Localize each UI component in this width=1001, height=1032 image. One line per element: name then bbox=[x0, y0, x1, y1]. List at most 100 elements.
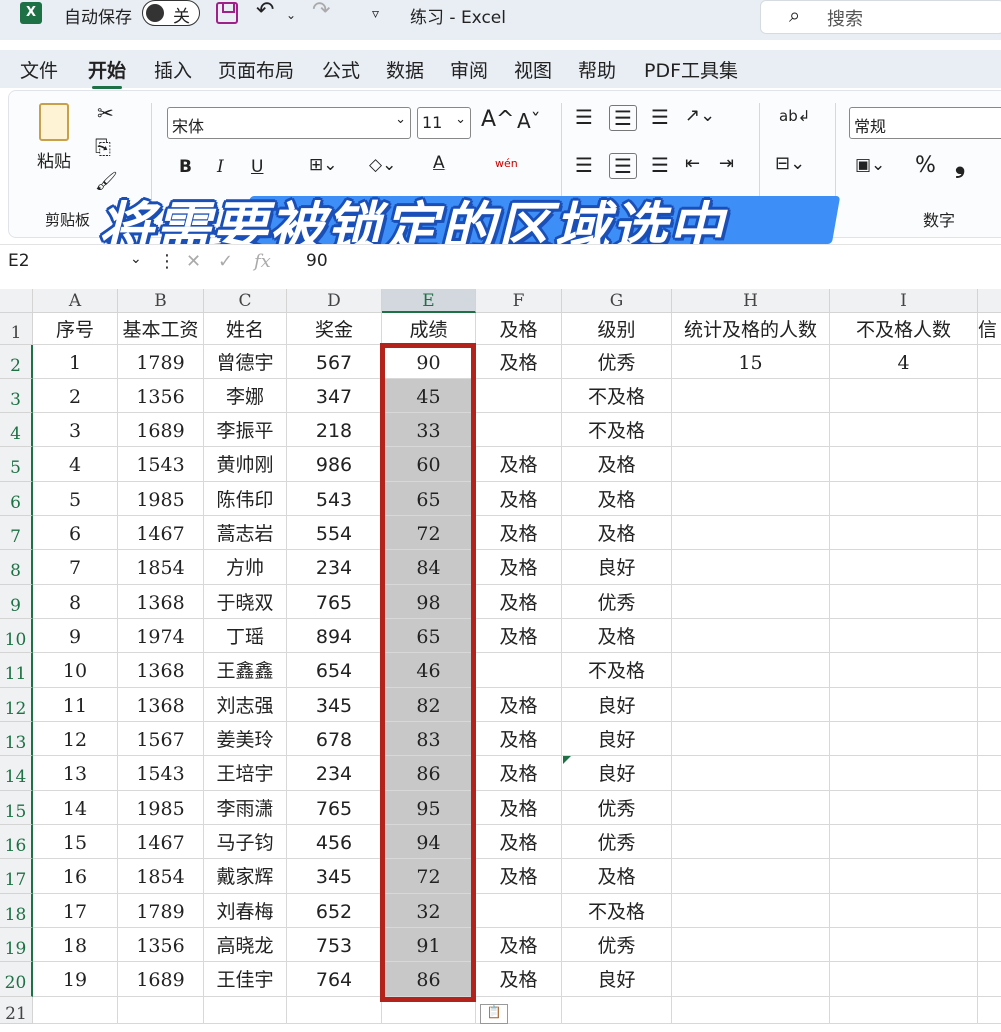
table-cell[interactable]: 1854 bbox=[118, 859, 204, 894]
table-cell[interactable]: 11 bbox=[33, 688, 118, 722]
table-cell[interactable]: 优秀 bbox=[562, 791, 672, 825]
table-cell[interactable]: 曾德宇 bbox=[204, 345, 287, 379]
row-header-21[interactable]: 21 bbox=[0, 997, 33, 1024]
row-header-16[interactable]: 16 bbox=[0, 825, 33, 859]
column-header-partial[interactable] bbox=[978, 289, 1001, 313]
table-cell[interactable]: 丁瑶 bbox=[204, 619, 287, 653]
table-cell[interactable]: 986 bbox=[287, 447, 382, 482]
table-cell[interactable]: 4 bbox=[33, 447, 118, 482]
bold-button[interactable]: B bbox=[179, 157, 192, 177]
table-cell[interactable]: 王佳宇 bbox=[204, 962, 287, 997]
column-header-e[interactable]: E bbox=[382, 289, 476, 313]
align-center-icon[interactable]: ☰ bbox=[609, 153, 637, 179]
table-cell[interactable] bbox=[830, 859, 978, 894]
table-cell[interactable] bbox=[978, 447, 1001, 482]
table-cell[interactable]: 优秀 bbox=[562, 345, 672, 379]
table-cell[interactable]: 优秀 bbox=[562, 585, 672, 619]
table-cell[interactable]: 5 bbox=[33, 482, 118, 516]
table-cell[interactable]: 良好 bbox=[562, 550, 672, 585]
table-cell[interactable]: 1368 bbox=[118, 585, 204, 619]
fill-color-icon[interactable]: ◇⌄ bbox=[369, 155, 396, 175]
table-cell[interactable]: 戴家辉 bbox=[204, 859, 287, 894]
row-header-18[interactable]: 18 bbox=[0, 894, 33, 928]
table-cell[interactable] bbox=[672, 756, 830, 791]
table-cell[interactable] bbox=[476, 379, 562, 413]
undo-dropdown-icon[interactable]: ⌄ bbox=[286, 8, 296, 22]
search-box[interactable]: ⌕ 搜索 bbox=[760, 0, 1001, 34]
italic-button[interactable]: I bbox=[217, 157, 224, 177]
table-cell[interactable]: 及格 bbox=[562, 482, 672, 516]
header-cell[interactable]: 级别 bbox=[562, 313, 672, 345]
table-cell[interactable]: 及格 bbox=[476, 619, 562, 653]
table-cell[interactable] bbox=[830, 825, 978, 859]
row-header-14[interactable]: 14 bbox=[0, 756, 33, 791]
table-cell[interactable]: 14 bbox=[33, 791, 118, 825]
table-cell[interactable]: 15 bbox=[33, 825, 118, 859]
table-cell[interactable] bbox=[978, 413, 1001, 447]
table-cell[interactable] bbox=[978, 585, 1001, 619]
table-cell[interactable]: 456 bbox=[287, 825, 382, 859]
font-name-select[interactable]: 宋体 ⌄ bbox=[167, 107, 411, 139]
phonetic-button[interactable]: wén bbox=[495, 157, 518, 170]
header-cell[interactable]: 成绩 bbox=[382, 313, 476, 345]
table-cell[interactable]: 及格 bbox=[476, 688, 562, 722]
table-cell[interactable] bbox=[672, 688, 830, 722]
tab-insert[interactable]: 插入 bbox=[154, 56, 192, 83]
table-cell[interactable]: 1567 bbox=[118, 722, 204, 756]
table-cell[interactable]: 3 bbox=[33, 413, 118, 447]
table-cell[interactable] bbox=[672, 722, 830, 756]
table-cell[interactable]: 16 bbox=[33, 859, 118, 894]
table-cell[interactable] bbox=[978, 722, 1001, 756]
table-cell[interactable] bbox=[672, 619, 830, 653]
table-cell[interactable] bbox=[830, 413, 978, 447]
more-options-icon[interactable]: ⋮ bbox=[158, 251, 176, 272]
name-box[interactable]: E2 ⌄ bbox=[8, 251, 148, 279]
row-header-20[interactable]: 20 bbox=[0, 962, 33, 997]
column-header-a[interactable]: A bbox=[33, 289, 118, 313]
accounting-format-icon[interactable]: ▣⌄ bbox=[855, 155, 885, 175]
paste-options-icon[interactable]: 📋 bbox=[480, 1004, 508, 1024]
table-cell[interactable]: 李娜 bbox=[204, 379, 287, 413]
merge-center-icon[interactable]: ⊟⌄ bbox=[775, 153, 805, 174]
row-header-6[interactable]: 6 bbox=[0, 482, 33, 516]
table-cell[interactable]: 及格 bbox=[476, 756, 562, 791]
table-cell[interactable]: 高晓龙 bbox=[204, 928, 287, 962]
table-cell[interactable]: 1974 bbox=[118, 619, 204, 653]
table-cell[interactable]: 753 bbox=[287, 928, 382, 962]
table-cell[interactable]: 654 bbox=[287, 653, 382, 688]
header-cell[interactable]: 信 bbox=[978, 313, 1001, 345]
table-cell[interactable] bbox=[978, 345, 1001, 379]
insert-function-icon[interactable]: fx bbox=[254, 251, 271, 272]
table-cell[interactable]: 17 bbox=[33, 894, 118, 928]
table-cell[interactable]: 543 bbox=[287, 482, 382, 516]
table-cell[interactable] bbox=[978, 825, 1001, 859]
table-cell[interactable]: 765 bbox=[287, 791, 382, 825]
column-header-b[interactable]: B bbox=[118, 289, 204, 313]
table-cell[interactable]: 李振平 bbox=[204, 413, 287, 447]
column-header-g[interactable]: G bbox=[562, 289, 672, 313]
tab-review[interactable]: 审阅 bbox=[450, 56, 488, 83]
table-cell[interactable] bbox=[830, 619, 978, 653]
tab-pdf-tools[interactable]: PDF工具集 bbox=[644, 56, 738, 83]
row-header-11[interactable]: 11 bbox=[0, 653, 33, 688]
table-cell[interactable]: 不及格 bbox=[562, 894, 672, 928]
table-cell[interactable] bbox=[978, 482, 1001, 516]
table-cell[interactable]: 765 bbox=[287, 585, 382, 619]
table-cell[interactable]: 及格 bbox=[476, 447, 562, 482]
table-cell[interactable]: 10 bbox=[33, 653, 118, 688]
table-cell[interactable]: 13 bbox=[33, 756, 118, 791]
table-cell[interactable]: 652 bbox=[287, 894, 382, 928]
header-cell[interactable]: 奖金 bbox=[287, 313, 382, 345]
table-cell[interactable]: 1789 bbox=[118, 345, 204, 379]
table-cell[interactable]: 及格 bbox=[476, 516, 562, 550]
table-cell[interactable]: 及格 bbox=[476, 585, 562, 619]
row-header-17[interactable]: 17 bbox=[0, 859, 33, 894]
grow-font-button[interactable]: A^ bbox=[481, 107, 514, 132]
table-cell[interactable] bbox=[978, 997, 1001, 1024]
table-cell[interactable]: 19 bbox=[33, 962, 118, 997]
table-cell[interactable] bbox=[830, 962, 978, 997]
table-cell[interactable]: 12 bbox=[33, 722, 118, 756]
header-cell[interactable]: 及格 bbox=[476, 313, 562, 345]
table-cell[interactable]: 良好 bbox=[562, 722, 672, 756]
table-cell[interactable] bbox=[287, 997, 382, 1024]
